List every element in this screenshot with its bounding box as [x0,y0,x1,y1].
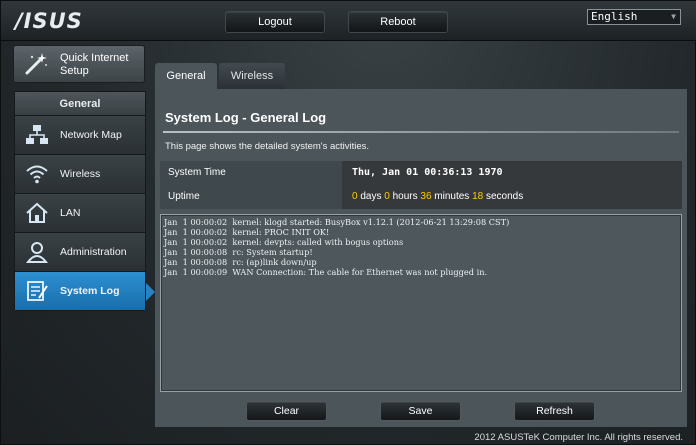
sidebar-item-label: LAN [60,207,81,219]
user-icon [25,241,49,263]
house-icon [25,202,49,224]
title-divider [163,131,679,133]
log-line: Jan 1 00:00:09 WAN Connection: The cable… [164,267,488,277]
wifi-icon [25,163,49,185]
save-button[interactable]: Save [380,401,461,421]
table-row: System Time Thu, Jan 01 00:36:13 1970 [160,161,682,185]
tab-general-log[interactable]: General Log [155,63,217,108]
language-value: English [591,10,638,23]
log-line: Jan 1 00:00:08 rc: (ap)link down/up [164,257,317,267]
page-description: This page shows the detailed system's ac… [165,141,370,152]
log-line: Jan 1 00:00:08 rc: System startup! [164,247,313,257]
uptime-minutes-label: minutes [431,191,473,202]
clear-button[interactable]: Clear [246,401,327,421]
sidebar-menu: General Network Map Wireless LAN Adminis… [14,91,146,311]
refresh-button[interactable]: Refresh [514,401,595,421]
copyright-footer: 2012 ASUSTeK Computer Inc. All rights re… [474,432,683,443]
uptime-value: 0 days 0 hours 36 minutes 18 seconds [342,185,682,209]
uptime-hours-label: hours [389,191,421,202]
log-icon [25,280,49,302]
asus-logo: /ISUS [15,9,83,33]
chevron-down-icon: ▼ [671,12,676,21]
uptime-label: Uptime [160,185,342,209]
sidebar-item-label: Wireless [60,168,101,180]
page-title: System Log - General Log [165,110,327,125]
sidebar-item-label: Administration [60,246,127,258]
sidebar-item-label: Network Map [60,129,122,141]
network-map-icon [25,124,49,146]
router-admin-window: /ISUS Logout Reboot English ▼ Quick Inte… [0,0,696,445]
sidebar-item-label: System Log [60,285,120,297]
sidebar-item-lan[interactable]: LAN [15,194,145,233]
log-line: Jan 1 00:00:02 kernel: PROC INIT OK! [164,227,330,237]
language-select[interactable]: English ▼ [587,9,681,25]
uptime-seconds: 18 [472,191,484,202]
content-panel: System Log - General Log This page shows… [155,89,687,427]
tab-wireless-log[interactable]: Wireless Log [219,63,285,108]
sidebar-item-network-map[interactable]: Network Map [15,116,145,155]
system-time-value: Thu, Jan 01 00:36:13 1970 [342,161,682,185]
sidebar-item-system-log[interactable]: System Log [15,272,145,311]
sidebar-section-title: General [15,92,145,116]
system-time-label: System Time [160,161,342,185]
uptime-seconds-label: seconds [483,191,524,202]
log-line: Jan 1 00:00:02 kernel: devpts: called wi… [164,237,404,247]
active-item-pointer [146,283,155,301]
quick-setup-line2: Setup [60,65,89,77]
log-line: Jan 1 00:00:02 kernel: klogd started: Bu… [164,217,510,227]
log-textarea[interactable]: Jan 1 00:00:02 kernel: klogd started: Bu… [160,214,682,392]
sidebar-item-administration[interactable]: Administration [15,233,145,272]
quick-setup-line1: Quick Internet [60,52,129,64]
reboot-button[interactable]: Reboot [348,11,448,33]
logout-button[interactable]: Logout [225,11,325,33]
uptime-days-label: days [357,191,385,202]
table-row: Uptime 0 days 0 hours 36 minutes 18 seco… [160,185,682,209]
top-bar: /ISUS Logout Reboot English ▼ [1,1,696,41]
uptime-minutes: 36 [420,191,432,202]
sidebar-item-wireless[interactable]: Wireless [15,155,145,194]
magic-wand-icon [23,51,49,83]
quick-internet-setup-button[interactable]: Quick Internet Setup [13,45,145,83]
status-table: System Time Thu, Jan 01 00:36:13 1970 Up… [160,161,682,209]
